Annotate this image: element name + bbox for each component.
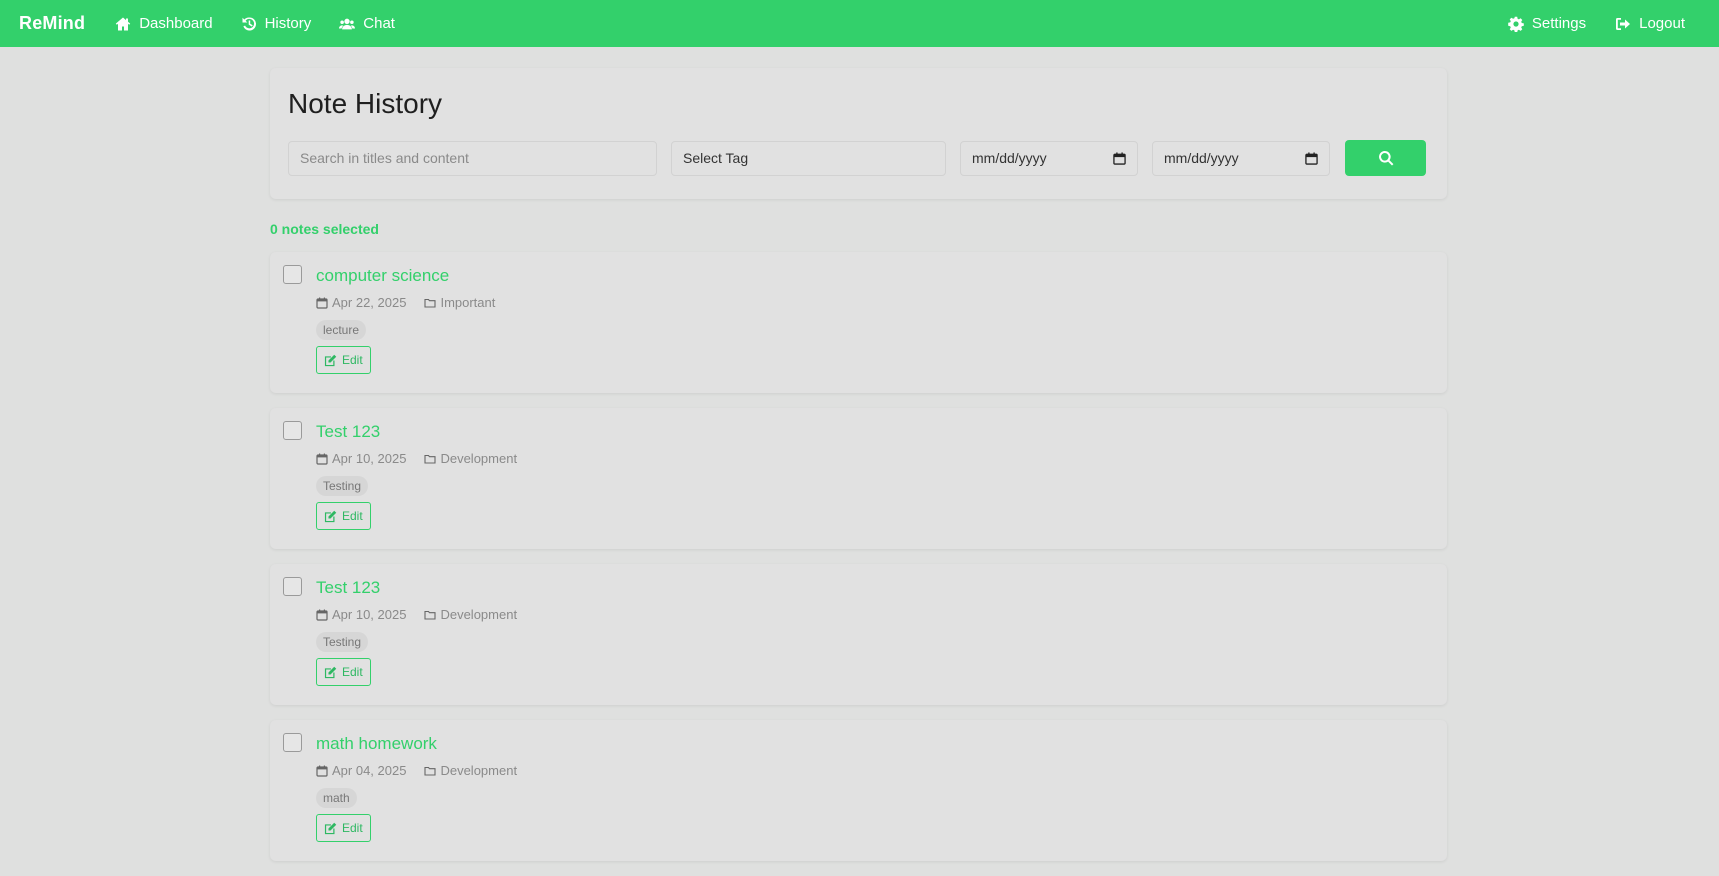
note-date: Apr 22, 2025 <box>316 295 406 310</box>
date-to-input[interactable]: mm/dd/yyyy <box>1152 140 1330 176</box>
edit-label: Edit <box>342 353 363 367</box>
logout-icon <box>1616 17 1631 30</box>
note-meta: Apr 22, 2025 Important <box>316 295 1435 310</box>
home-icon <box>116 17 131 30</box>
calendar-icon[interactable] <box>1113 151 1126 165</box>
note-folder-text: Development <box>440 451 518 466</box>
nav-right: Settings Logout <box>1479 15 1700 32</box>
calendar-icon <box>316 609 328 621</box>
main-container: Note History Search in titles and conten… <box>270 47 1447 876</box>
edit-button[interactable]: Edit <box>316 658 371 686</box>
edit-icon <box>324 666 337 678</box>
note-date-text: Apr 10, 2025 <box>332 451 407 466</box>
edit-label: Edit <box>342 665 363 679</box>
date-from-placeholder: mm/dd/yyyy <box>972 150 1047 166</box>
tag-badge[interactable]: Testing <box>316 632 369 652</box>
note-folder: Development <box>424 763 517 778</box>
note-checkbox[interactable] <box>283 733 302 752</box>
nav-settings[interactable]: Settings <box>1508 15 1586 32</box>
tag-badge[interactable]: Testing <box>316 476 369 496</box>
tag-select[interactable]: Select Tag <box>671 140 946 176</box>
nav-chat[interactable]: Chat <box>339 15 395 32</box>
selected-count: 0 notes selected <box>270 221 379 237</box>
note-date: Apr 10, 2025 <box>316 607 406 622</box>
note-folder-text: Important <box>440 295 496 310</box>
edit-icon <box>324 822 337 834</box>
note-card: math homework Apr 04, 2025 Development m… <box>270 720 1447 861</box>
note-title[interactable]: computer science <box>316 266 449 286</box>
note-folder-text: Development <box>440 607 518 622</box>
folder-icon <box>424 298 437 308</box>
edit-icon <box>324 354 337 366</box>
search-input[interactable]: Search in titles and content <box>288 140 657 176</box>
note-checkbox[interactable] <box>283 421 302 440</box>
calendar-icon <box>316 765 328 777</box>
note-folder: Development <box>424 607 517 622</box>
note-title[interactable]: math homework <box>316 734 437 754</box>
edit-row: Edit <box>316 502 1435 530</box>
nav-logout[interactable]: Logout <box>1615 15 1685 32</box>
nav-history-label: History <box>264 15 312 32</box>
edit-row: Edit <box>316 814 1435 842</box>
note-meta: Apr 10, 2025 Development <box>316 607 1435 622</box>
nav-dashboard-label: Dashboard <box>139 15 213 32</box>
note-date-text: Apr 10, 2025 <box>332 607 407 622</box>
calendar-icon[interactable] <box>1305 151 1318 165</box>
folder-icon <box>424 454 437 464</box>
edit-label: Edit <box>342 821 363 835</box>
tag-badge[interactable]: math <box>316 788 357 808</box>
note-folder: Important <box>424 295 495 310</box>
note-checkbox[interactable] <box>283 265 302 284</box>
navbar: ReMind Dashboard History Chat Settings L… <box>0 0 1719 47</box>
calendar-icon <box>316 297 328 309</box>
note-card: Test 123 Apr 10, 2025 Development Testin… <box>270 408 1447 549</box>
note-card: Test 123 Apr 10, 2025 Development Testin… <box>270 564 1447 705</box>
note-folder-text: Development <box>440 763 518 778</box>
note-date: Apr 04, 2025 <box>316 763 406 778</box>
date-to-placeholder: mm/dd/yyyy <box>1164 150 1239 166</box>
edit-row: Edit <box>316 346 1435 374</box>
edit-row: Edit <box>316 658 1435 686</box>
search-button[interactable] <box>1345 140 1426 176</box>
edit-button[interactable]: Edit <box>316 814 371 842</box>
tag-badge[interactable]: lecture <box>316 320 367 340</box>
note-card: computer science Apr 22, 2025 Important … <box>270 252 1447 393</box>
nav-chat-label: Chat <box>363 15 395 32</box>
nav-logout-label: Logout <box>1639 15 1685 32</box>
nav-settings-label: Settings <box>1531 15 1587 32</box>
note-title[interactable]: Test 123 <box>316 578 380 598</box>
edit-icon <box>324 510 337 522</box>
folder-icon <box>424 610 437 620</box>
note-date: Apr 10, 2025 <box>316 451 406 466</box>
date-from-input[interactable]: mm/dd/yyyy <box>960 140 1138 176</box>
folder-icon <box>424 766 437 776</box>
filter-row: Search in titles and content Select Tag … <box>288 140 1429 176</box>
note-folder: Development <box>424 451 517 466</box>
search-icon <box>1378 151 1393 166</box>
filter-card: Note History Search in titles and conten… <box>270 68 1447 199</box>
note-title[interactable]: Test 123 <box>316 422 380 442</box>
brand-logo[interactable]: ReMind <box>19 13 85 34</box>
users-icon <box>339 18 356 29</box>
page-title: Note History <box>288 88 443 119</box>
note-date-text: Apr 22, 2025 <box>332 295 407 310</box>
note-meta: Apr 10, 2025 Development <box>316 451 1435 466</box>
nav-history[interactable]: History <box>241 15 312 32</box>
calendar-icon <box>316 453 328 465</box>
note-checkbox[interactable] <box>283 577 302 596</box>
nav-dashboard[interactable]: Dashboard <box>115 15 213 32</box>
history-icon <box>242 16 256 30</box>
note-date-text: Apr 04, 2025 <box>332 763 407 778</box>
edit-label: Edit <box>342 509 363 523</box>
edit-button[interactable]: Edit <box>316 346 371 374</box>
gear-icon <box>1508 16 1524 32</box>
edit-button[interactable]: Edit <box>316 502 371 530</box>
note-meta: Apr 04, 2025 Development <box>316 763 1435 778</box>
